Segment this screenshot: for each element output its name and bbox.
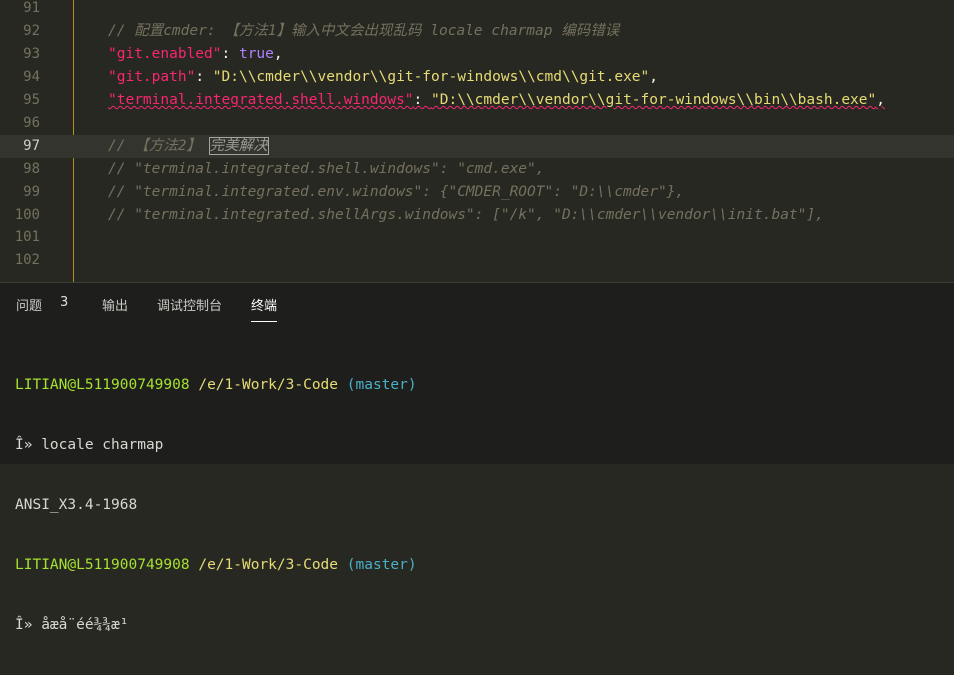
terminal-prompt-line: LITIAN@L511900749908 /e/1-Work/3-Code (m… <box>15 375 417 395</box>
colon: : <box>413 92 432 108</box>
json-value: true <box>238 46 274 62</box>
comment-text: // "terminal.integrated.shell.windows": … <box>108 161 545 177</box>
tab-output[interactable]: 输出 <box>102 295 128 321</box>
prompt-branch: (master) <box>346 557 417 573</box>
code-line[interactable]: 91 <box>0 0 954 20</box>
problems-count-badge: 3 <box>60 295 69 310</box>
prompt-branch: (master) <box>346 377 417 393</box>
code-line[interactable]: 101 <box>0 226 954 249</box>
line-number: 94 <box>23 69 40 85</box>
json-key: "git.enabled" <box>108 46 222 62</box>
comma: , <box>273 46 283 62</box>
comment-text: // 【方法2】 <box>108 138 210 154</box>
bottom-panel: 问题 3 输出 调试控制台 终端 LITIAN@L511900749908 /e… <box>0 282 954 633</box>
code-text: // 【方法2】 完美解决 <box>108 135 269 158</box>
terminal-prompt-line: LITIAN@L511900749908 /e/1-Work/3-Code (m… <box>15 555 417 575</box>
line-number: 96 <box>23 115 40 131</box>
code-line[interactable]: 95 "terminal.integrated.shell.windows": … <box>0 89 954 112</box>
tab-problems[interactable]: 问题 <box>16 295 42 321</box>
json-value: "D:\\cmder\\vendor\\git-for-windows\\bin… <box>431 92 877 108</box>
colon: : <box>221 46 239 62</box>
line-number: 91 <box>23 0 40 16</box>
comment-text: // "terminal.integrated.env.windows": {"… <box>108 184 685 200</box>
panel-tabs: 问题 3 输出 调试控制台 终端 <box>0 283 954 323</box>
colon: : <box>195 69 213 85</box>
line-number: 93 <box>23 46 40 62</box>
json-value: "D:\\cmder\\vendor\\git-for-windows\\cmd… <box>212 69 650 85</box>
code-line[interactable]: 98 // "terminal.integrated.shell.windows… <box>0 158 954 181</box>
code-text: "git.path": "D:\\cmder\\vendor\\git-for-… <box>108 66 658 89</box>
line-number: 97 <box>23 138 40 154</box>
code-line[interactable]: 102 <box>0 249 954 272</box>
code-line[interactable]: 92 // 配置cmder: 【方法1】输入中文会出现乱码 locale cha… <box>0 20 954 43</box>
tab-terminal[interactable]: 终端 <box>251 295 278 322</box>
comma: , <box>876 92 885 108</box>
tab-debug-console[interactable]: 调试控制台 <box>157 295 222 321</box>
json-key: "terminal.integrated.shell.windows" <box>108 92 414 108</box>
code-line[interactable]: 94 "git.path": "D:\\cmder\\vendor\\git-f… <box>0 66 954 89</box>
comment-text: // "terminal.integrated.shellArgs.window… <box>108 207 824 223</box>
line-number: 101 <box>14 229 40 245</box>
line-number: 98 <box>23 161 40 177</box>
code-line[interactable]: 100 // "terminal.integrated.shellArgs.wi… <box>0 204 954 227</box>
code-editor[interactable]: 91 92 // 配置cmder: 【方法1】输入中文会出现乱码 locale … <box>0 0 954 282</box>
prompt-path: /e/1-Work/3-Code <box>198 377 339 393</box>
line-number: 100 <box>14 207 40 223</box>
terminal-command-line: Î» åæå¨éé¾¾æ¹ <box>15 617 129 633</box>
line-number: 99 <box>23 184 40 200</box>
comment-text: // 配置cmder: 【方法1】输入中文会出现乱码 locale charma… <box>108 23 620 39</box>
code-line[interactable]: 93 "git.enabled": true, <box>0 43 954 66</box>
code-text: "terminal.integrated.shell.windows": "D:… <box>108 89 885 112</box>
terminal-command-line: Î» locale charmap <box>15 437 164 453</box>
terminal-output-line: ANSI_X3.4-1968 <box>15 497 138 513</box>
line-number: 95 <box>23 92 40 108</box>
json-key: "git.path" <box>108 69 196 85</box>
selected-text: 完美解决 <box>208 137 269 155</box>
code-line-current[interactable]: 97 // 【方法2】 完美解决 <box>0 135 954 158</box>
prompt-user: LITIAN@L511900749908 <box>15 377 190 393</box>
prompt-path: /e/1-Work/3-Code <box>198 557 339 573</box>
code-line[interactable]: 99 // "terminal.integrated.env.windows":… <box>0 181 954 204</box>
code-line[interactable]: 96 <box>0 112 954 135</box>
comma: , <box>649 69 659 85</box>
prompt-user: LITIAN@L511900749908 <box>15 557 190 573</box>
code-text: "git.enabled": true, <box>108 43 283 66</box>
line-number: 92 <box>23 23 40 39</box>
terminal-output[interactable]: LITIAN@L511900749908 /e/1-Work/3-Code (m… <box>15 335 417 675</box>
line-number: 102 <box>14 252 40 268</box>
